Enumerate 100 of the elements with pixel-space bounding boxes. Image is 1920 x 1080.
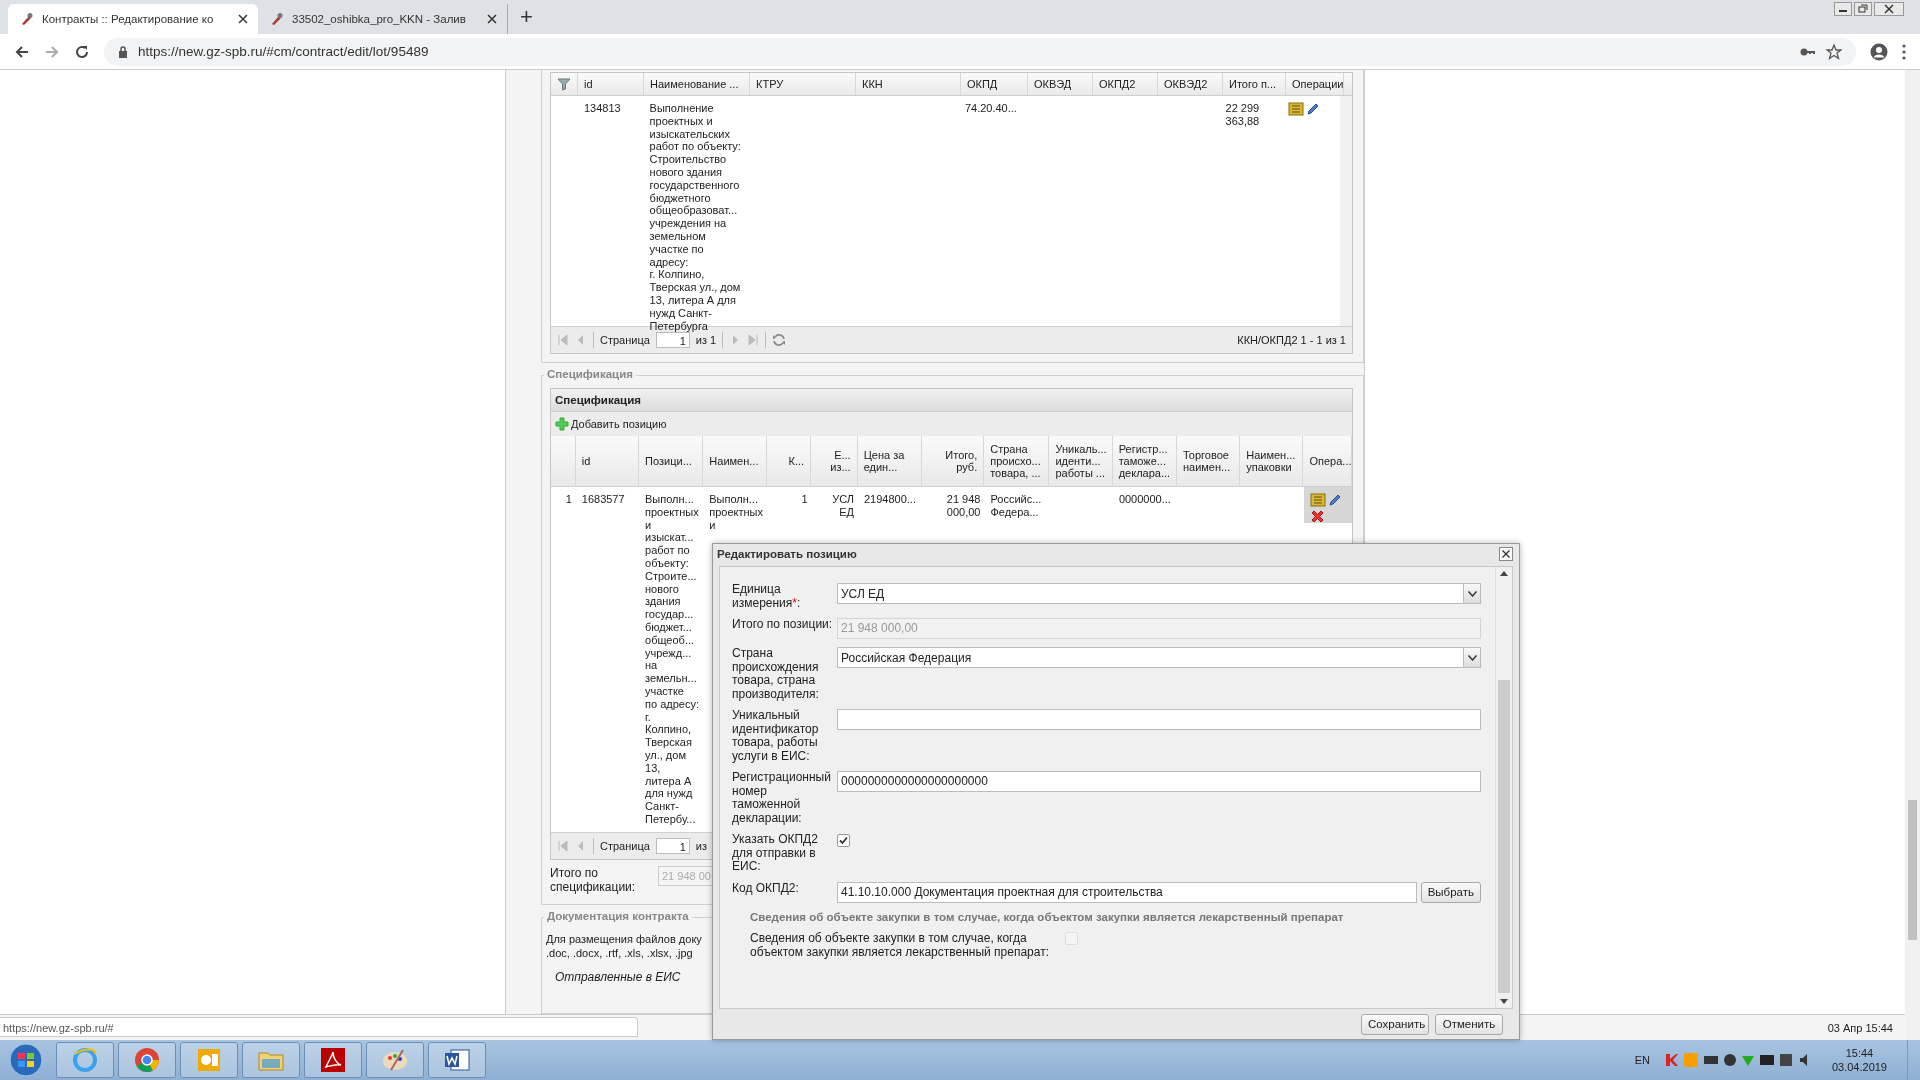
column-header[interactable]: К... bbox=[788, 455, 805, 467]
column-header[interactable]: ОКВЭД bbox=[1034, 78, 1072, 90]
dropdown-icon[interactable] bbox=[1467, 654, 1477, 661]
dropdown-icon[interactable] bbox=[1467, 590, 1477, 597]
column-header[interactable]: Позици... bbox=[645, 455, 692, 467]
column-header[interactable]: КТРУ bbox=[756, 78, 784, 90]
delete-icon[interactable] bbox=[1309, 509, 1325, 524]
table-cell: Выполн... проектных и bbox=[709, 493, 763, 531]
refresh-icon[interactable] bbox=[772, 333, 787, 347]
address-field[interactable]: https://new.gz-spb.ru/#cm/contract/edit/lot/95489 bbox=[104, 37, 1856, 66]
table-cell: 1683577 bbox=[581, 493, 625, 505]
column-header[interactable]: id bbox=[581, 455, 591, 467]
dialog-button[interactable]: Отменить bbox=[1435, 1013, 1503, 1035]
text-field[interactable]: 41.10.10.000 Документация проектная для строительства bbox=[837, 881, 1417, 903]
browser-tab[interactable]: Контракты :: Редактирование ко bbox=[8, 4, 258, 34]
row-number: 1 bbox=[565, 493, 572, 505]
reload-icon[interactable] bbox=[74, 43, 90, 60]
column-header[interactable]: Наименование ... bbox=[650, 78, 739, 90]
page-icon bbox=[270, 12, 284, 26]
text-field[interactable] bbox=[837, 709, 1481, 730]
star-icon[interactable] bbox=[1826, 43, 1842, 60]
pencil-icon[interactable] bbox=[1306, 102, 1321, 116]
column-header[interactable]: ОКПД bbox=[967, 78, 998, 90]
column-header[interactable]: Е... из... bbox=[830, 449, 851, 473]
back-icon[interactable] bbox=[14, 43, 30, 60]
column-header[interactable]: ККН bbox=[862, 78, 883, 90]
status-url: https://new.gz-spb.ru/# bbox=[0, 1017, 638, 1037]
forward-icon[interactable] bbox=[44, 43, 60, 60]
close-icon[interactable] bbox=[1874, 2, 1904, 16]
column-header[interactable]: Цена за един... bbox=[863, 449, 905, 473]
taskbar-app[interactable] bbox=[180, 1042, 238, 1078]
page-field[interactable]: 1 bbox=[655, 838, 690, 854]
clock-date[interactable]: 03.04.2019 bbox=[1831, 1060, 1887, 1074]
table-cell: УСЛ ЕД bbox=[832, 493, 854, 518]
account-icon[interactable] bbox=[1870, 42, 1888, 61]
column-header[interactable]: ОКВЭД2 bbox=[1164, 78, 1208, 90]
table-cell: 1 bbox=[801, 493, 808, 505]
scroll-down-icon[interactable] bbox=[1500, 999, 1508, 1004]
footer-time: 03 Апр 15:44 bbox=[1827, 1021, 1893, 1034]
column-header[interactable]: ОКПД2 bbox=[1099, 78, 1136, 90]
select-button[interactable]: Выбрать bbox=[1420, 881, 1481, 903]
add-position-button[interactable]: Добавить позицию bbox=[555, 417, 667, 431]
upload-hint: Для размещения файлов доку .doc, .docx, .rtf, .xls, .xlsx, .jpg bbox=[546, 932, 702, 960]
field-label: Единица измерения*: bbox=[732, 583, 802, 610]
column-header[interactable]: Итого, руб. bbox=[945, 449, 978, 473]
clock-time[interactable]: 15:44 bbox=[1845, 1046, 1874, 1060]
field-label: Уникальный идентификатор товара, работы услуги в ЕИС: bbox=[732, 709, 820, 763]
close-icon[interactable] bbox=[487, 14, 497, 24]
scrollbar[interactable] bbox=[1905, 70, 1920, 1040]
checkbox[interactable] bbox=[837, 834, 850, 847]
plus-icon bbox=[555, 417, 569, 431]
sent-link[interactable]: Отправленные в ЕИС bbox=[555, 970, 681, 984]
table-cell: 2194800... bbox=[863, 493, 916, 505]
filter-icon[interactable] bbox=[557, 77, 571, 91]
text-field[interactable]: 0000000000000000000000 bbox=[837, 771, 1481, 792]
page-icon bbox=[20, 12, 34, 26]
section-heading: Сведения об объекте закупки в том случае, когда объектом закупки является лекарственный препарат bbox=[750, 910, 1345, 923]
combo-field[interactable]: Российская Федерация bbox=[837, 647, 1481, 668]
scroll-up-icon[interactable] bbox=[1500, 571, 1508, 576]
page-count: из 1 bbox=[695, 334, 717, 346]
dialog-title: Редактировать позицию bbox=[717, 548, 857, 560]
field-label: Сведения об объекте закупки в том случае, когда объектом закупки является лекарственный препарат: bbox=[750, 930, 1051, 959]
table-cell: Выполн... проектных и изыскат... работ по объекту: Строите... нового здания государ... бюджет... общеоб... учрежд... на земельн... участке по адресу: г. Колпино, Тверская ул., дом 13, литера А для нужд Санкт- Петербу... bbox=[645, 493, 699, 825]
page-field[interactable]: 1 bbox=[655, 332, 690, 348]
dialog-button[interactable]: Сохранить bbox=[1361, 1013, 1429, 1035]
column-header[interactable]: Торговое наимен... bbox=[1182, 449, 1231, 473]
column-header[interactable]: Уникаль... иденти... работы ... bbox=[1055, 443, 1107, 479]
table-cell: 0000000... bbox=[1118, 493, 1171, 505]
pencil-icon[interactable] bbox=[1327, 493, 1342, 507]
new-tab-button[interactable]: + bbox=[520, 4, 533, 30]
field-label: Код ОКПД2: bbox=[732, 881, 800, 895]
column-header[interactable]: Итого п... bbox=[1229, 78, 1276, 90]
column-header[interactable]: Операции bbox=[1292, 78, 1343, 90]
column-header[interactable]: Опера... bbox=[1309, 455, 1351, 467]
lock-icon bbox=[118, 45, 128, 58]
close-icon[interactable] bbox=[1499, 547, 1513, 561]
key-icon[interactable] bbox=[1800, 46, 1816, 57]
field-label: Регистрационный номер таможенной декларации: bbox=[732, 771, 832, 825]
column-header[interactable]: Страна происхо... товара, ... bbox=[990, 443, 1041, 479]
field-label: Итого по позиции: bbox=[732, 618, 834, 632]
page-label: Страница bbox=[600, 334, 650, 346]
taskbar-app[interactable] bbox=[304, 1042, 362, 1078]
taskbar-app[interactable] bbox=[428, 1042, 486, 1078]
language-indicator[interactable]: EN bbox=[1634, 1054, 1650, 1066]
table-cell: 74.20.40... bbox=[964, 102, 1017, 114]
column-header[interactable]: Регистр... таможе... деклара... bbox=[1118, 443, 1171, 479]
column-header[interactable]: Наимен... упаковки bbox=[1246, 449, 1296, 473]
page-count: из bbox=[695, 840, 708, 852]
field-label: Указать ОКПД2 для отправки в ЕИС: bbox=[732, 833, 819, 874]
table-cell: 21 948 000,00 bbox=[946, 493, 981, 518]
minimize-icon[interactable] bbox=[1834, 2, 1852, 16]
close-icon[interactable] bbox=[238, 14, 248, 24]
start-button[interactable] bbox=[8, 1042, 44, 1078]
menu-icon[interactable] bbox=[1902, 43, 1906, 60]
section-legend: Документация контракта bbox=[544, 910, 692, 922]
column-header[interactable]: Наимен... bbox=[709, 455, 759, 467]
column-header[interactable]: id bbox=[584, 78, 593, 90]
browser-icon[interactable] bbox=[133, 1046, 161, 1074]
taskbar-app[interactable] bbox=[366, 1042, 424, 1078]
combo-field[interactable]: УСЛ ЕД bbox=[837, 583, 1481, 604]
